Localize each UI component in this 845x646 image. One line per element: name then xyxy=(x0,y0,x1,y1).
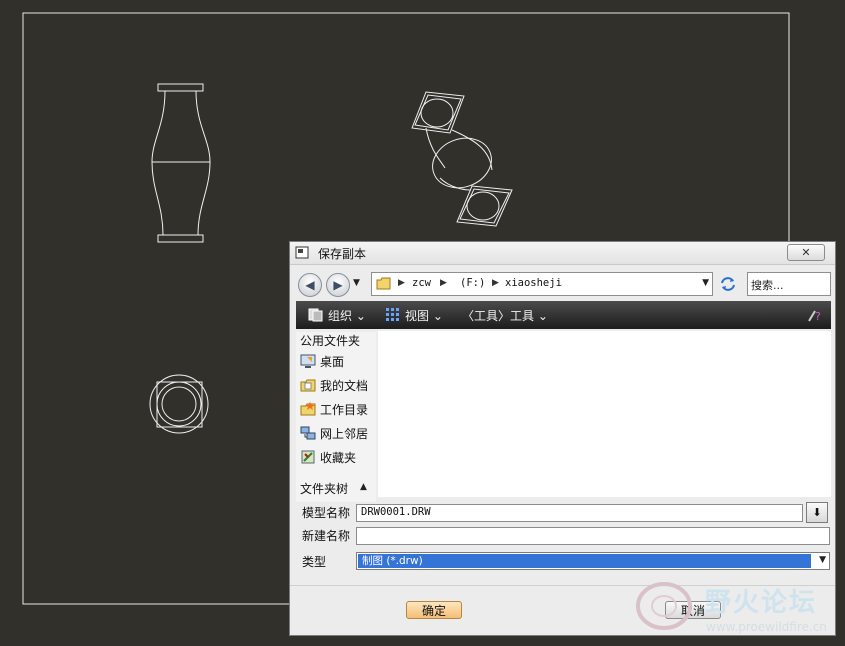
sidebar-item-network[interactable]: 网上邻居 xyxy=(300,424,378,444)
tools-menu[interactable]: 〈工具〉工具 ⌄ xyxy=(462,307,548,324)
baluster-front-view xyxy=(151,83,211,243)
sidebar-item-favorites[interactable]: 收藏夹 xyxy=(300,448,378,468)
history-dropdown-icon[interactable]: ▼ xyxy=(353,278,360,288)
ok-button[interactable]: 确定 xyxy=(406,601,462,619)
model-name-field[interactable]: DRW0001.DRW xyxy=(356,504,803,522)
collapse-arrow-icon[interactable]: ▲ xyxy=(360,482,367,492)
browse-button[interactable]: ⬇ xyxy=(806,502,828,523)
down-arrow-icon: ⬇ xyxy=(812,506,822,519)
new-name-field[interactable] xyxy=(356,527,830,545)
common-folders-pane: 公用文件夹 桌面 我的文档 工作目录 网上邻居 收藏夹 xyxy=(296,332,376,502)
file-list-area[interactable] xyxy=(378,331,831,497)
back-arrow-icon: ◀ xyxy=(305,278,315,292)
views-menu[interactable]: 视图 ⌄ xyxy=(405,307,443,324)
organize-menu[interactable]: 组织 ⌄ xyxy=(328,307,366,324)
breadcrumb-item[interactable]: zcw xyxy=(412,277,431,289)
model-name-label: 模型名称 xyxy=(302,506,351,520)
forward-arrow-icon: ▶ xyxy=(333,278,343,292)
breadcrumb-separator-icon: ▶ xyxy=(398,278,405,288)
refresh-icon[interactable] xyxy=(717,273,739,295)
sidebar-item-my-documents[interactable]: 我的文档 xyxy=(300,376,378,396)
type-select[interactable]: 制图 (*.drw) ▼ xyxy=(356,552,830,570)
watermark-text: 野火论坛 xyxy=(705,588,818,618)
sidebar-item-working-directory[interactable]: 工作目录 xyxy=(300,400,378,420)
close-icon: ✕ xyxy=(801,246,811,259)
breadcrumb-separator-icon: ▶ xyxy=(440,278,447,288)
chevron-down-icon: ▼ xyxy=(819,555,826,565)
dialog-title: 保存副本 xyxy=(318,247,367,261)
help-icon[interactable]: ? xyxy=(807,307,823,323)
back-button[interactable]: ◀ xyxy=(298,273,322,297)
command-toolbar: 组织 ⌄ 视图 ⌄ 〈工具〉工具 ⌄ ? xyxy=(296,301,831,329)
common-folders-header: 公用文件夹 xyxy=(300,334,361,348)
close-button[interactable]: ✕ xyxy=(787,244,825,261)
working-dir-icon xyxy=(300,402,316,416)
watermark-url: www.proewildfire.cn xyxy=(706,620,827,634)
desktop-icon xyxy=(300,354,316,368)
network-icon xyxy=(300,426,316,440)
forward-button[interactable]: ▶ xyxy=(326,273,350,297)
breadcrumb-separator-icon: ▶ xyxy=(492,278,499,288)
address-dropdown-icon[interactable]: ▼ xyxy=(702,278,709,288)
dialog-titlebar: 保存副本 ✕ xyxy=(290,242,835,265)
navigation-bar: ◀ ▶ ▼ ▶ zcw ▶ (F:) ▶ xiaosheji ▼ 搜索... xyxy=(290,270,835,302)
baluster-top-view xyxy=(149,374,209,434)
folder-icon xyxy=(376,277,391,290)
svg-text:?: ? xyxy=(815,310,821,323)
documents-icon xyxy=(300,379,316,392)
new-name-label: 新建名称 xyxy=(302,529,351,543)
views-icon xyxy=(386,308,399,321)
organize-icon xyxy=(308,308,323,322)
breadcrumb-item[interactable]: xiaosheji xyxy=(505,277,562,289)
type-label: 类型 xyxy=(302,555,327,569)
address-bar[interactable]: ▶ zcw ▶ (F:) ▶ xiaosheji ▼ xyxy=(371,272,713,296)
folder-tree-toggle[interactable]: 文件夹树 xyxy=(300,480,348,497)
baluster-isometric-view xyxy=(411,91,513,227)
sidebar-item-desktop[interactable]: 桌面 xyxy=(300,352,378,372)
favorites-icon xyxy=(301,450,315,464)
breadcrumb-item[interactable]: (F:) xyxy=(460,277,485,289)
app-window-icon xyxy=(295,246,309,259)
search-input[interactable]: 搜索... xyxy=(747,272,831,296)
type-selected-value: 制图 (*.drw) xyxy=(358,554,811,568)
